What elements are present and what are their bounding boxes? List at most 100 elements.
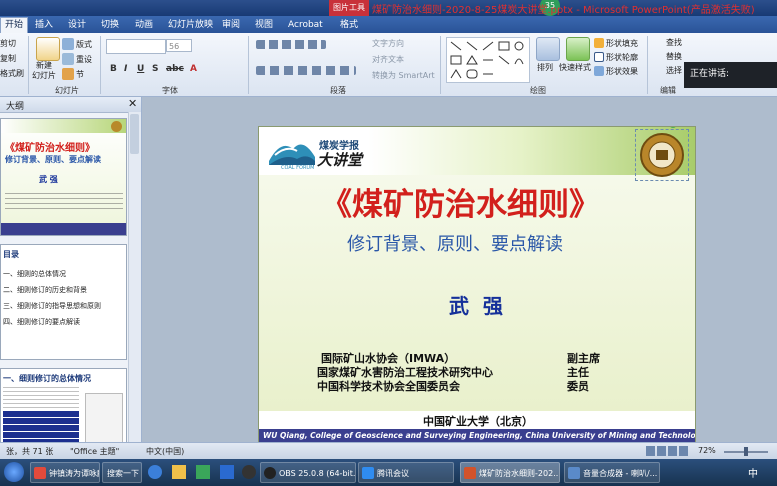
align-text-button[interactable]: 对齐文本	[372, 54, 404, 65]
shape-effects-button[interactable]: 形状效果	[606, 66, 638, 77]
tab-transitions[interactable]: 切换	[101, 18, 119, 33]
speaking-indicator: 正在讲话:	[684, 62, 777, 88]
reset-button[interactable]: 重设	[76, 54, 92, 65]
taskbar-search[interactable]: 搜索一下	[102, 462, 142, 483]
replace-button[interactable]: 替换	[666, 51, 682, 62]
bold-button[interactable]: B	[110, 64, 117, 74]
thumb3-document-image	[85, 393, 123, 442]
thumb3-text-block	[3, 387, 79, 409]
footer-bar: WU Qiang, College of Geoscience and Surv…	[259, 429, 695, 443]
slide-title: 《煤矿防治水细则》	[321, 187, 600, 223]
thumb-affiliations	[5, 193, 123, 209]
slide-position: 张，共 71 张	[6, 447, 54, 456]
slide-canvas[interactable]: 煤炭学报 大讲堂 COAL FORUM 《煤矿防治水细则》 修订背景、原则、要点…	[258, 126, 696, 444]
text-direction-button[interactable]: 文字方向	[372, 38, 404, 49]
layout-button[interactable]: 版式	[76, 39, 92, 50]
editing-group-label: 编辑	[660, 86, 676, 95]
taskbar-item-obs[interactable]: OBS 25.0.8 (64-bit...	[260, 462, 356, 483]
tab-design[interactable]: 设计	[68, 18, 86, 33]
powerpoint-icon	[464, 467, 476, 479]
taskbar-item-volume-mixer[interactable]: 音量合成器 - 喇叭/...	[564, 462, 660, 483]
font-name-combobox[interactable]	[106, 39, 166, 54]
section-button[interactable]: 节	[76, 69, 84, 80]
tab-format[interactable]: 格式	[340, 18, 358, 33]
slides-pane-scrollbar[interactable]	[128, 112, 141, 442]
university-band: 中国矿业大学（北京）	[259, 411, 695, 429]
divider	[28, 36, 29, 94]
tab-acrobat[interactable]: Acrobat	[288, 18, 323, 33]
list-buttons-icon[interactable]	[256, 40, 326, 49]
tab-review[interactable]: 审阅	[222, 18, 240, 33]
new-slide-button[interactable]: 新建 幻灯片	[32, 61, 56, 81]
tab-insert[interactable]: 插入	[35, 18, 53, 33]
slides-group-label: 幻灯片	[55, 86, 79, 95]
tab-slideshow[interactable]: 幻灯片放映	[168, 18, 213, 33]
university-name: 中国矿业大学（北京）	[423, 415, 533, 428]
app-icon[interactable]	[196, 465, 210, 479]
shapes-gallery-icon	[450, 41, 524, 79]
quick-styles-button[interactable]: 快速样式	[559, 62, 591, 73]
shapes-gallery[interactable]	[446, 37, 530, 83]
arrange-icon[interactable]	[536, 37, 560, 61]
shape-fill-button[interactable]: 形状填充	[606, 38, 638, 49]
logo-english-name: COAL FORUM	[281, 165, 315, 171]
language-indicator[interactable]: 中文(中国)	[146, 446, 184, 457]
shape-outline-button[interactable]: 形状轮廓	[606, 52, 638, 63]
outline-tab[interactable]: 大纲	[6, 99, 24, 112]
coal-forum-logo	[267, 135, 317, 167]
image-selection-box[interactable]	[635, 129, 689, 181]
tab-view[interactable]: 视图	[255, 18, 273, 33]
drawing-group-label: 绘图	[530, 86, 546, 95]
zoom-slider-thumb[interactable]	[744, 447, 748, 456]
thumb-footer-bar	[1, 223, 126, 235]
italic-button[interactable]: I	[124, 64, 127, 74]
app-icon[interactable]	[242, 465, 256, 479]
logo-forum-name: 大讲堂	[317, 151, 363, 169]
divider	[248, 36, 249, 94]
font-color-button[interactable]: A	[190, 64, 197, 74]
close-pane-icon[interactable]: ✕	[128, 97, 137, 110]
copy-button[interactable]: 复制	[0, 53, 16, 64]
new-slide-icon[interactable]	[36, 37, 60, 61]
thumb-author: 武 强	[39, 175, 58, 184]
ribbon-tab-row: 开始 插入 设计 切换 动画 幻灯片放映 审阅 视图 Acrobat 格式	[0, 16, 777, 33]
scrollbar-thumb[interactable]	[130, 114, 139, 154]
convert-smartart-button[interactable]: 转换为 SmartArt	[372, 70, 435, 81]
arrange-button[interactable]: 排列	[537, 62, 553, 73]
ime-indicator[interactable]: 中	[748, 465, 758, 480]
underline-button[interactable]: U	[137, 64, 144, 74]
start-button-icon[interactable]	[4, 462, 24, 482]
thumb2-heading: 目录	[3, 250, 19, 259]
format-painter-button[interactable]: 格式刷	[0, 68, 24, 79]
select-button[interactable]: 选择	[666, 65, 682, 76]
taskbar-item-powerpoint[interactable]: 煤矿防治水细则-202...	[460, 462, 560, 483]
thumb2-item: 三、细则修订的指导思想和原则	[3, 302, 101, 310]
font-size-combobox[interactable]: 56	[166, 39, 192, 52]
title-bar: 图片工具 35 煤矿防治水细则-2020-8-25煤炭大讲堂.pptx - Mi…	[0, 0, 777, 16]
tab-home[interactable]: 开始	[0, 17, 29, 33]
app-icon[interactable]	[220, 465, 234, 479]
folder-icon[interactable]	[172, 465, 186, 479]
slide-thumbnail-3[interactable]: 一、细则修订的总体情况	[0, 368, 127, 442]
slide-thumbnail-1[interactable]: 《煤矿防治水细则》 修订背景、原则、要点解读 武 强	[0, 118, 127, 236]
slide-thumbnail-2[interactable]: 目录 一、细则的总体情况 二、细则修订的历史和背景 三、细则修订的指导思想和原则…	[0, 244, 127, 360]
theme-name: "Office 主题"	[70, 447, 120, 456]
find-button[interactable]: 查找	[666, 37, 682, 48]
shape-effects-icon	[594, 66, 604, 76]
view-buttons-icon[interactable]	[646, 446, 688, 456]
zoom-level[interactable]: 72%	[698, 446, 716, 455]
cut-button[interactable]: 剪切	[0, 38, 16, 49]
tab-animations[interactable]: 动画	[135, 18, 153, 33]
thumb2-item: 四、细则修订的要点解读	[3, 318, 80, 326]
divider	[440, 36, 441, 94]
alignment-buttons-icon[interactable]	[256, 66, 356, 75]
thumb-title: 《煤矿防治水细则》	[5, 143, 95, 154]
taskbar-item-meeting[interactable]: 腾讯会议	[358, 462, 454, 483]
thumb2-item: 二、细则修订的历史和背景	[3, 286, 87, 294]
affiliation-role: 委员	[567, 380, 589, 393]
taskbar-item[interactable]: 钟镇涛为谭咏麟...	[30, 462, 100, 483]
quick-styles-icon[interactable]	[566, 37, 590, 61]
shadow-button[interactable]: S	[152, 64, 158, 74]
strikethrough-button[interactable]: abc	[166, 64, 184, 74]
ie-icon[interactable]	[148, 465, 162, 479]
